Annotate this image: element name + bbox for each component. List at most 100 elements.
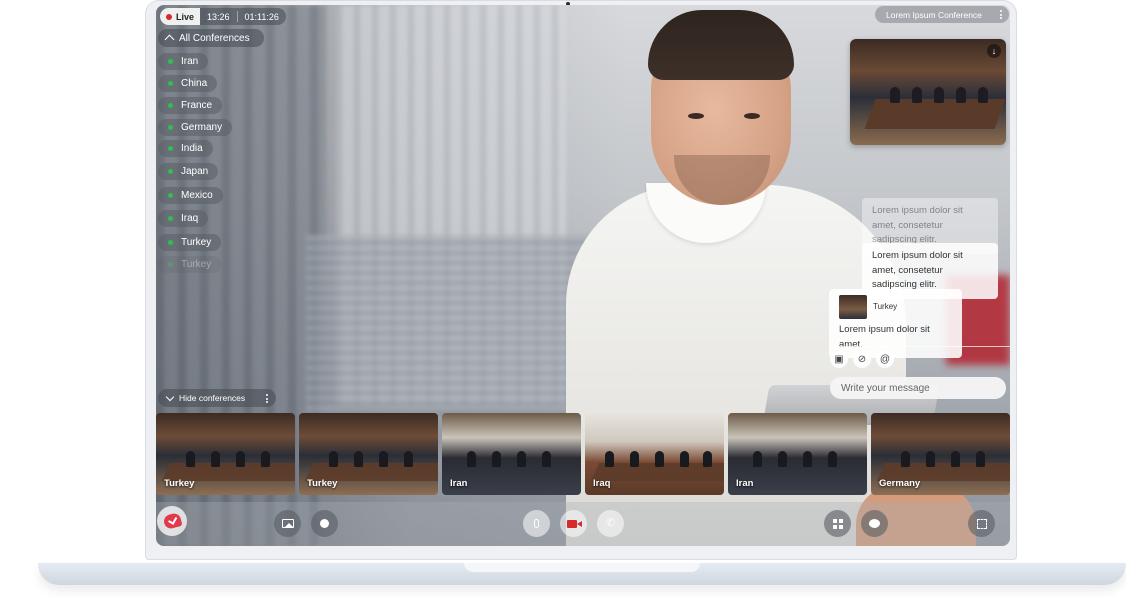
thumbnail-label: Germany	[879, 478, 921, 489]
conference-label: Turkey	[181, 237, 212, 248]
conference-item-iraq[interactable]: Iraq	[158, 210, 209, 227]
conference-label: China	[181, 78, 208, 89]
conference-item-turkey[interactable]: Turkey	[158, 256, 222, 273]
camera-icon	[567, 519, 582, 528]
thumbnail-label: Turkey	[307, 478, 338, 489]
conference-thumbnail[interactable]: Turkey	[299, 413, 438, 495]
all-conferences-toggle[interactable]: All Conferences	[158, 29, 264, 47]
thumbnail-label: Iran	[450, 478, 468, 489]
conference-label: Japan	[181, 166, 209, 177]
conference-item-france[interactable]: France	[158, 97, 223, 114]
participant	[890, 87, 900, 103]
participant	[978, 87, 988, 103]
record-button[interactable]	[311, 510, 338, 537]
call-duration: 01:11:26	[244, 11, 279, 22]
conference-label: France	[181, 100, 213, 111]
conference-label: Iran	[181, 56, 199, 67]
microphone-button[interactable]	[523, 510, 550, 537]
participant	[934, 87, 944, 103]
chevron-up-icon	[164, 34, 175, 45]
download-icon[interactable]: ↓	[987, 44, 1001, 58]
chat-button[interactable]	[861, 510, 888, 537]
conference-title-label: Lorem Ipsum Conference	[886, 9, 982, 20]
online-dot-icon	[168, 240, 173, 245]
record-icon	[320, 519, 329, 528]
more-options-icon[interactable]	[1000, 10, 1002, 19]
message-header: Turkey	[839, 295, 952, 319]
online-dot-icon	[168, 146, 173, 151]
conference-label: Mexico	[181, 190, 213, 201]
speaker-eye	[744, 113, 760, 119]
speaker-hair	[648, 10, 794, 80]
phone-button[interactable]: ✆	[597, 510, 624, 537]
thumbnail-label: Iran	[736, 478, 754, 489]
divider	[829, 346, 1010, 347]
self-view-video[interactable]: ↓	[850, 39, 1006, 145]
online-dot-icon	[168, 103, 173, 108]
hide-conferences-label: Hide conferences	[179, 393, 246, 403]
conference-label: India	[181, 143, 203, 154]
chat-message-input[interactable]	[830, 377, 1006, 399]
live-badge: Live	[160, 8, 201, 25]
live-dot-icon	[166, 13, 172, 20]
clock-time: 13:26	[207, 11, 230, 22]
conference-thumbnail[interactable]: Germany	[871, 413, 1010, 495]
meeting-table	[864, 99, 1006, 129]
logo-icon	[161, 512, 183, 530]
online-dot-icon	[168, 125, 173, 130]
camera-button[interactable]	[560, 510, 587, 537]
online-dot-icon	[168, 59, 173, 64]
conference-item-iran[interactable]: Iran	[158, 53, 209, 70]
fullscreen-icon	[976, 518, 987, 529]
conference-thumbnails: Turkey Turkey Iran Iraq Iran Germany	[156, 413, 1010, 495]
speaker-eye	[688, 113, 704, 119]
conference-title[interactable]: Lorem Ipsum Conference	[875, 6, 1009, 23]
thumbnail-label: Turkey	[164, 478, 195, 489]
all-conferences-label: All Conferences	[179, 32, 250, 44]
chat-icon	[869, 519, 880, 528]
conference-thumbnail[interactable]: Turkey	[156, 413, 295, 495]
conference-item-turkey[interactable]: Turkey	[158, 234, 222, 251]
app-logo[interactable]	[157, 506, 187, 536]
phone-icon: ✆	[605, 517, 616, 529]
share-screen-button[interactable]	[274, 510, 301, 537]
sender-name: Turkey	[873, 301, 898, 311]
chevron-down-icon	[165, 392, 175, 401]
microphone-icon	[534, 519, 539, 528]
conference-label: Turkey	[181, 259, 212, 270]
attachment-icon[interactable]: ⊘	[853, 350, 871, 368]
online-dot-icon	[168, 193, 173, 198]
participant	[912, 87, 922, 103]
conference-thumbnail[interactable]: Iraq	[585, 413, 724, 495]
hide-conferences-toggle[interactable]: Hide conferences	[158, 389, 276, 407]
grid-icon	[832, 518, 843, 529]
online-dot-icon	[168, 81, 173, 86]
share-screen-icon	[281, 519, 294, 528]
call-status-bar: Live 13:26 01:11:26	[160, 8, 286, 25]
fullscreen-button[interactable]	[968, 510, 995, 537]
mention-icon[interactable]: @	[876, 350, 894, 368]
participant	[956, 87, 966, 103]
avatar	[839, 295, 867, 319]
online-dot-icon	[168, 262, 173, 267]
laptop-notch	[464, 563, 700, 572]
conference-label: Germany	[181, 122, 223, 133]
conference-label: Iraq	[181, 213, 199, 224]
thumbnail-label: Iraq	[593, 478, 611, 489]
image-icon[interactable]: ▣	[830, 350, 848, 368]
grid-view-button[interactable]	[824, 510, 851, 537]
conference-thumbnail[interactable]: Iran	[728, 413, 867, 495]
conference-item-india[interactable]: India	[158, 140, 213, 157]
online-dot-icon	[168, 216, 173, 221]
conference-item-china[interactable]: China	[158, 75, 218, 92]
conference-item-mexico[interactable]: Mexico	[158, 187, 223, 204]
conference-item-germany[interactable]: Germany	[158, 119, 233, 136]
more-options-icon[interactable]	[266, 394, 268, 403]
chat-message-incoming: Turkey Lorem ipsum dolor sit amet.	[829, 289, 962, 359]
message-text: Lorem ipsum dolor sit amet.	[839, 324, 930, 350]
online-dot-icon	[168, 169, 173, 174]
video-call-screen: Live 13:26 01:11:26 All Conferences Iran…	[156, 5, 1010, 546]
conference-item-japan[interactable]: Japan	[158, 163, 219, 180]
live-label: Live	[176, 11, 195, 22]
conference-thumbnail[interactable]: Iran	[442, 413, 581, 495]
